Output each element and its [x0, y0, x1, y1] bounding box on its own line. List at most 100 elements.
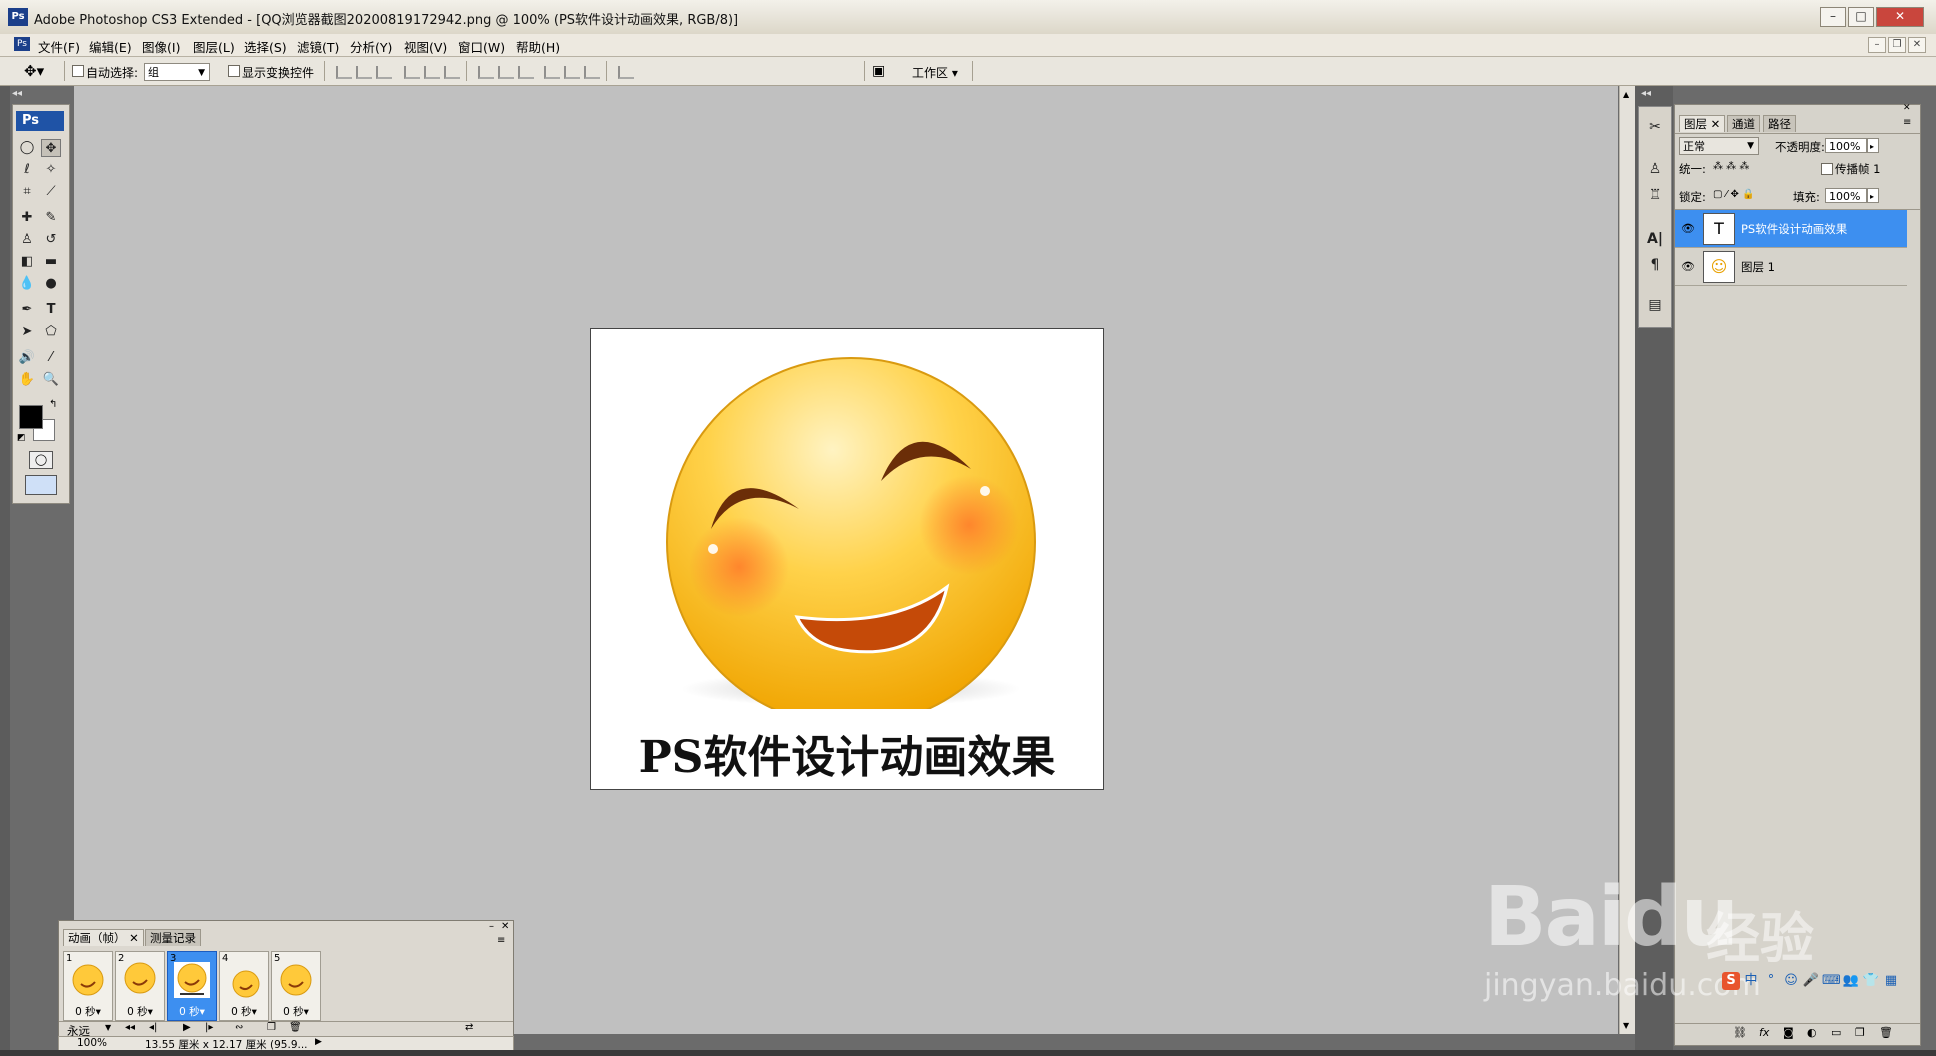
- distribute-bottom-icon[interactable]: [518, 66, 534, 79]
- menu-window[interactable]: 窗口(W): [458, 37, 505, 56]
- minimize-icon[interactable]: –: [1820, 7, 1846, 27]
- show-transform-checkbox[interactable]: [228, 65, 240, 77]
- anim-minimize-icon[interactable]: –: [489, 921, 494, 932]
- clone-source-icon[interactable]: ♖: [1645, 185, 1665, 205]
- ime-punct-icon[interactable]: °: [1762, 972, 1780, 990]
- clone-stamp-icon[interactable]: ♙: [17, 231, 37, 249]
- play-icon[interactable]: ▶: [183, 1022, 191, 1033]
- menu-select[interactable]: 选择(S): [244, 37, 287, 56]
- panel-menu-icon[interactable]: ≡: [1903, 117, 1911, 128]
- auto-align-icon[interactable]: [618, 66, 634, 79]
- paragraph-icon[interactable]: ¶: [1645, 255, 1665, 275]
- swap-colors-icon[interactable]: ↰: [49, 399, 57, 410]
- animation-frame[interactable]: 4 0 秒▾: [219, 951, 269, 1021]
- dodge-tool-icon[interactable]: ●: [41, 275, 61, 293]
- frame-delay[interactable]: 0 秒▾: [272, 1004, 320, 1019]
- marquee-tool-icon[interactable]: ◯: [17, 139, 37, 157]
- distribute-left-icon[interactable]: [544, 66, 560, 79]
- animation-frame[interactable]: 1 0 秒▾: [63, 951, 113, 1021]
- visibility-eye-icon[interactable]: 👁: [1681, 222, 1695, 235]
- character-icon[interactable]: A|: [1645, 229, 1665, 249]
- duplicate-frame-icon[interactable]: ❐: [267, 1022, 276, 1033]
- tab-paths[interactable]: 路径: [1763, 115, 1796, 132]
- hand-tool-icon[interactable]: ✋: [17, 371, 37, 389]
- new-group-icon[interactable]: ▭: [1831, 1026, 1841, 1039]
- move-tool-icon[interactable]: ✥▾: [24, 62, 44, 80]
- layer-name[interactable]: 图层 1: [1741, 259, 1775, 275]
- blend-mode-dropdown[interactable]: 正常 ▼: [1679, 137, 1759, 155]
- opacity-slider-arrow[interactable]: ▸: [1867, 138, 1879, 153]
- prev-frame-icon[interactable]: ◂|: [149, 1022, 157, 1033]
- align-bottom-icon[interactable]: [376, 66, 392, 79]
- menu-help[interactable]: 帮助(H): [516, 37, 560, 56]
- menu-image[interactable]: 图像(I): [142, 37, 180, 56]
- align-hcenter-icon[interactable]: [424, 66, 440, 79]
- quick-mask-icon[interactable]: ◯: [29, 451, 53, 469]
- tween-icon[interactable]: ∾: [235, 1022, 243, 1033]
- auto-select-checkbox[interactable]: [72, 65, 84, 77]
- ime-voice-icon[interactable]: 🎤: [1802, 972, 1820, 990]
- anim-close-icon[interactable]: ✕: [501, 921, 509, 932]
- screen-mode-icon[interactable]: [25, 475, 57, 495]
- delete-frame-icon[interactable]: 🗑: [289, 1022, 302, 1033]
- layer-mask-icon[interactable]: ◙: [1783, 1026, 1794, 1039]
- panel-close-icon[interactable]: ✕: [1903, 103, 1911, 113]
- doc-minimize-icon[interactable]: –: [1868, 37, 1886, 53]
- move-tool-icon[interactable]: ✥: [41, 139, 61, 157]
- propagate-frame-checkbox[interactable]: [1821, 163, 1833, 175]
- type-tool-icon[interactable]: T: [41, 301, 61, 319]
- align-right-icon[interactable]: [444, 66, 460, 79]
- default-colors-icon[interactable]: ◩: [17, 433, 26, 443]
- notes-tool-icon[interactable]: 🔊: [17, 349, 37, 367]
- menu-file[interactable]: 文件(F): [38, 37, 80, 56]
- frame-delay[interactable]: 0 秒▾: [116, 1004, 164, 1019]
- fill-input[interactable]: 100%: [1825, 188, 1867, 203]
- frame-delay[interactable]: 0 秒▾: [168, 1004, 216, 1019]
- layer-name[interactable]: PS软件设计动画效果: [1741, 221, 1847, 237]
- gradient-tool-icon[interactable]: ▬: [41, 253, 61, 271]
- layer-row-text[interactable]: 👁 T PS软件设计动画效果: [1675, 210, 1907, 248]
- distribute-vcenter-icon[interactable]: [498, 66, 514, 79]
- menu-view[interactable]: 视图(V): [404, 37, 447, 56]
- ime-keyboard-icon[interactable]: ⌨: [1822, 972, 1841, 990]
- unify-icons[interactable]: ⁂ ⁂ ⁂: [1713, 161, 1749, 172]
- layer-row-image[interactable]: 👁 ☺ 图层 1: [1675, 248, 1907, 286]
- fill-slider-arrow[interactable]: ▸: [1867, 188, 1879, 203]
- align-vcenter-icon[interactable]: [356, 66, 372, 79]
- tab-layers[interactable]: 图层 ✕: [1679, 115, 1726, 132]
- collapse-toolbox-icon[interactable]: ◂◂: [12, 88, 22, 99]
- foreground-color-swatch[interactable]: [19, 405, 43, 429]
- ime-skin-icon[interactable]: 👕: [1862, 972, 1880, 990]
- scroll-down-icon[interactable]: ▼: [1623, 1021, 1629, 1030]
- navigator-icon[interactable]: ✂: [1645, 117, 1665, 137]
- eyedropper-icon[interactable]: ⁄: [41, 349, 61, 367]
- opacity-input[interactable]: 100%: [1825, 138, 1867, 153]
- align-top-icon[interactable]: [336, 66, 352, 79]
- zoom-level[interactable]: 100%: [77, 1037, 107, 1049]
- anim-panel-menu-icon[interactable]: ≡: [497, 935, 505, 946]
- new-layer-icon[interactable]: ❐: [1855, 1026, 1865, 1039]
- tab-channels[interactable]: 通道: [1727, 115, 1760, 132]
- eraser-tool-icon[interactable]: ◧: [17, 253, 37, 271]
- status-arrow-icon[interactable]: ▶: [315, 1037, 322, 1047]
- convert-timeline-icon[interactable]: ⇄: [465, 1022, 473, 1033]
- animation-frame[interactable]: 2 0 秒▾: [115, 951, 165, 1021]
- lasso-tool-icon[interactable]: ℓ: [17, 161, 37, 179]
- doc-restore-icon[interactable]: ❐: [1888, 37, 1906, 53]
- first-frame-icon[interactable]: ◂◂: [125, 1022, 135, 1033]
- tool-presets-icon[interactable]: ♙: [1645, 159, 1665, 179]
- visibility-eye-icon[interactable]: 👁: [1681, 260, 1695, 273]
- scroll-up-icon[interactable]: ▲: [1623, 90, 1629, 99]
- ime-user-icon[interactable]: 👥: [1842, 972, 1860, 990]
- doc-close-icon[interactable]: ✕: [1908, 37, 1926, 53]
- lock-icons[interactable]: ▢ ⁄ ✥ 🔒: [1713, 189, 1754, 200]
- pen-tool-icon[interactable]: ✒: [17, 301, 37, 319]
- menu-layer[interactable]: 图层(L): [193, 37, 235, 56]
- ime-chinese-icon[interactable]: 中: [1742, 972, 1760, 990]
- bridge-icon[interactable]: ▣: [872, 63, 885, 79]
- next-frame-icon[interactable]: |▸: [205, 1022, 213, 1033]
- path-select-icon[interactable]: ➤: [17, 323, 37, 341]
- magic-wand-icon[interactable]: ✧: [41, 161, 61, 179]
- healing-brush-icon[interactable]: ✚: [17, 209, 37, 227]
- ime-tools-icon[interactable]: ▦: [1882, 972, 1900, 990]
